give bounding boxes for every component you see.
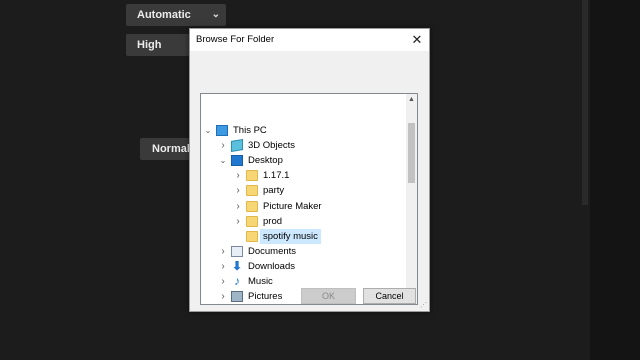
expand-chevron-icon[interactable]: › bbox=[218, 259, 228, 274]
dialog-titlebar[interactable]: Browse For Folder ✕ bbox=[190, 29, 429, 51]
collapse-chevron-icon[interactable]: ⌄ bbox=[218, 153, 228, 168]
downloads-icon: ⬇ bbox=[231, 258, 243, 273]
folder-tree[interactable]: ⌄ This PC › 3D Objects ⌄ Desktop › 1.17.1 › party… bbox=[200, 93, 418, 305]
tree-item[interactable]: › prod bbox=[201, 214, 407, 229]
quality-select-high[interactable]: High bbox=[126, 34, 196, 56]
folder-icon bbox=[246, 170, 258, 182]
normal-button[interactable]: Normal bbox=[140, 138, 190, 160]
tree-item[interactable]: › 3D Objects bbox=[201, 138, 407, 153]
tree-item-label: 1.17.1 bbox=[263, 170, 290, 182]
background-scrollbar[interactable] bbox=[582, 0, 588, 205]
select-label: Automatic bbox=[137, 9, 191, 21]
expand-chevron-icon[interactable]: › bbox=[218, 138, 228, 153]
quality-select-automatic[interactable]: Automatic ⌄ bbox=[126, 4, 226, 26]
folder-icon bbox=[246, 200, 258, 212]
expand-chevron-icon[interactable]: › bbox=[233, 199, 243, 214]
tree-item-label: Picture Maker bbox=[263, 200, 322, 212]
tree-item-label: Downloads bbox=[248, 260, 295, 272]
expand-chevron-icon[interactable]: › bbox=[218, 289, 228, 304]
tree-item[interactable]: › ⬇ Downloads bbox=[201, 259, 407, 274]
resize-grip-icon[interactable]: ⋰ bbox=[420, 301, 427, 309]
expand-chevron-icon[interactable]: › bbox=[218, 274, 228, 289]
folder-icon bbox=[246, 185, 258, 197]
computer-icon bbox=[216, 125, 228, 136]
tree-item-label: prod bbox=[263, 215, 283, 227]
chevron-down-icon: ⌄ bbox=[211, 9, 220, 20]
tree-item-label: Desktop bbox=[248, 155, 283, 167]
tree-item-label: This PC bbox=[233, 125, 267, 136]
button-label: Normal bbox=[152, 143, 190, 155]
expand-chevron-icon[interactable]: › bbox=[233, 183, 243, 198]
ok-button[interactable]: OK bbox=[301, 288, 356, 304]
cancel-button[interactable]: Cancel bbox=[363, 288, 416, 304]
tree-item[interactable]: spotify music bbox=[201, 228, 407, 244]
folder-icon bbox=[246, 215, 258, 227]
tree-item[interactable]: › Documents bbox=[201, 244, 407, 259]
desktop-icon bbox=[231, 155, 243, 167]
tree-scrollbar[interactable]: ▲ ▼ bbox=[406, 94, 417, 304]
expand-chevron-icon[interactable]: › bbox=[218, 244, 228, 259]
pictures-icon bbox=[231, 291, 243, 303]
tree-item-label: Documents bbox=[248, 245, 297, 257]
folder-tree-list: ⌄ This PC › 3D Objects ⌄ Desktop › 1.17.1 › party… bbox=[201, 94, 407, 304]
right-panel bbox=[590, 0, 640, 360]
documents-icon bbox=[231, 245, 243, 257]
folder-icon bbox=[246, 230, 258, 242]
tree-item[interactable]: ⌄ Desktop bbox=[201, 153, 407, 168]
tree-item[interactable]: ⌄ This PC bbox=[201, 123, 407, 138]
scroll-thumb[interactable] bbox=[408, 123, 415, 183]
select-label: High bbox=[137, 39, 162, 51]
scroll-up-icon[interactable]: ▲ bbox=[406, 94, 417, 105]
close-icon[interactable]: ✕ bbox=[408, 31, 426, 49]
3d-objects-icon bbox=[231, 139, 243, 153]
tree-item-label: party bbox=[263, 185, 285, 197]
tree-item[interactable]: › party bbox=[201, 183, 407, 198]
music-icon: ♪ bbox=[234, 274, 240, 288]
tree-item-label: Pictures bbox=[248, 291, 283, 303]
tree-item-label: spotify music bbox=[260, 228, 321, 244]
collapse-chevron-icon[interactable]: ⌄ bbox=[203, 123, 213, 138]
browse-for-folder-dialog: Browse For Folder ✕ ⌄ This PC › 3D Objects ⌄… bbox=[189, 28, 430, 312]
tree-item-label: 3D Objects bbox=[248, 140, 295, 152]
tree-item[interactable]: › ♪ Music bbox=[201, 274, 407, 289]
expand-chevron-icon[interactable]: › bbox=[233, 168, 243, 183]
tree-item[interactable]: › 1.17.1 bbox=[201, 168, 407, 183]
dialog-title: Browse For Folder bbox=[196, 34, 275, 45]
expand-chevron-icon[interactable]: › bbox=[233, 214, 243, 229]
tree-item[interactable]: › Picture Maker bbox=[201, 199, 407, 214]
tree-item-label: Music bbox=[248, 276, 273, 287]
